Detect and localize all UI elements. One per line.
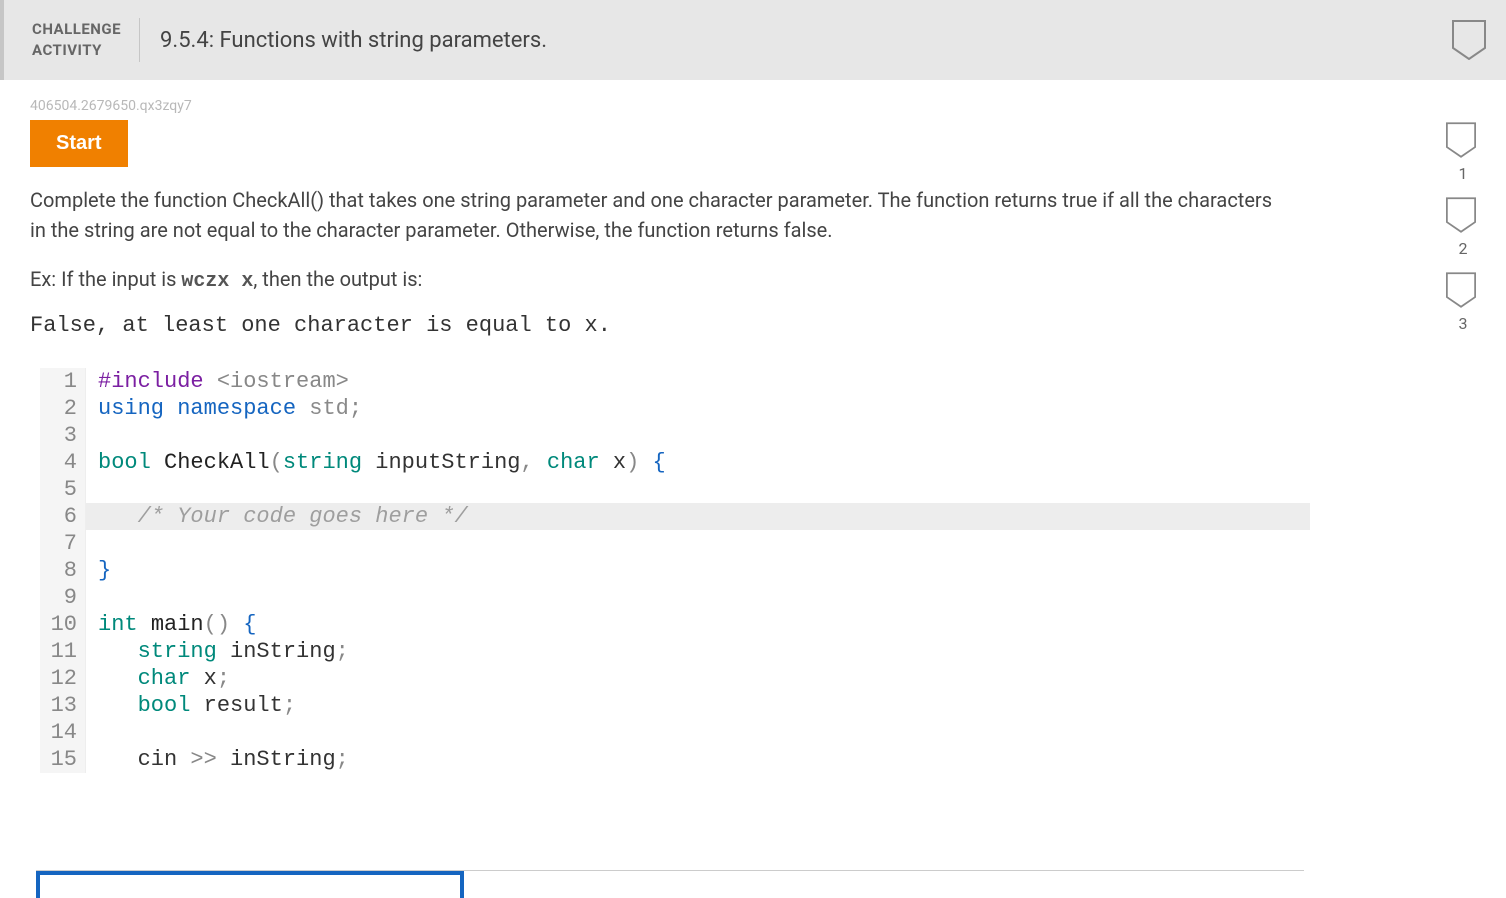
example-suffix: , then the output is: bbox=[253, 267, 422, 291]
code-text[interactable]: bool result; bbox=[86, 692, 1310, 719]
label-line2: ACTIVITY bbox=[32, 40, 121, 61]
code-text[interactable]: char x; bbox=[86, 665, 1310, 692]
activity-description: Complete the function CheckAll() that ta… bbox=[30, 185, 1290, 245]
code-text[interactable] bbox=[86, 719, 1310, 746]
line-number: 9 bbox=[40, 584, 86, 611]
line-number: 1 bbox=[40, 368, 86, 395]
code-text[interactable] bbox=[86, 422, 1310, 449]
step-2[interactable]: 2 bbox=[1446, 197, 1480, 258]
line-number: 2 bbox=[40, 395, 86, 422]
shield-icon bbox=[1446, 122, 1480, 162]
code-line[interactable]: 6 /* Your code goes here */ bbox=[40, 503, 1310, 530]
line-number: 15 bbox=[40, 746, 86, 773]
start-button[interactable]: Start bbox=[30, 120, 128, 167]
step-shields: 1 2 3 bbox=[1446, 122, 1480, 343]
line-number: 14 bbox=[40, 719, 86, 746]
step-1[interactable]: 1 bbox=[1446, 122, 1480, 183]
activity-title: 9.5.4: Functions with string parameters. bbox=[140, 28, 1452, 53]
code-line[interactable]: 1#include <iostream> bbox=[40, 368, 1310, 395]
line-number: 13 bbox=[40, 692, 86, 719]
code-line[interactable]: 10int main() { bbox=[40, 611, 1310, 638]
testcase-tabs bbox=[36, 870, 1304, 898]
label-line1: CHALLENGE bbox=[32, 19, 121, 40]
testcase-tab-2[interactable] bbox=[464, 871, 884, 898]
code-text[interactable]: string inString; bbox=[86, 638, 1310, 665]
line-number: 5 bbox=[40, 476, 86, 503]
line-number: 11 bbox=[40, 638, 86, 665]
testcase-tab-1[interactable] bbox=[36, 871, 464, 898]
code-line[interactable]: 4bool CheckAll(string inputString, char … bbox=[40, 449, 1310, 476]
shield-icon bbox=[1446, 272, 1480, 312]
line-number: 8 bbox=[40, 557, 86, 584]
line-number: 6 bbox=[40, 503, 86, 530]
example-line: Ex: If the input is wczx x, then the out… bbox=[30, 267, 1476, 293]
code-line[interactable]: 3 bbox=[40, 422, 1310, 449]
step-number: 3 bbox=[1459, 314, 1468, 333]
example-output: False, at least one character is equal t… bbox=[30, 313, 1476, 338]
code-line[interactable]: 13 bool result; bbox=[40, 692, 1310, 719]
code-line[interactable]: 14 bbox=[40, 719, 1310, 746]
code-line[interactable]: 5 bbox=[40, 476, 1310, 503]
line-number: 7 bbox=[40, 530, 86, 557]
code-text[interactable]: int main() { bbox=[86, 611, 1310, 638]
code-text[interactable]: #include <iostream> bbox=[86, 368, 1310, 395]
line-number: 10 bbox=[40, 611, 86, 638]
code-line[interactable]: 11 string inString; bbox=[40, 638, 1310, 665]
code-text[interactable]: using namespace std; bbox=[86, 395, 1310, 422]
activity-type-label: CHALLENGE ACTIVITY bbox=[4, 18, 140, 62]
bookmark-icon[interactable] bbox=[1452, 20, 1486, 60]
code-line[interactable]: 7 bbox=[40, 530, 1310, 557]
code-line[interactable]: 9 bbox=[40, 584, 1310, 611]
line-number: 4 bbox=[40, 449, 86, 476]
code-text[interactable] bbox=[86, 530, 1310, 557]
code-text[interactable] bbox=[86, 476, 1310, 503]
example-input: wczx x bbox=[181, 270, 253, 293]
step-number: 1 bbox=[1459, 164, 1468, 183]
code-line[interactable]: 8} bbox=[40, 557, 1310, 584]
code-line[interactable]: 12 char x; bbox=[40, 665, 1310, 692]
question-id: 406504.2679650.qx3zqy7 bbox=[30, 98, 1476, 114]
code-text[interactable]: cin >> inString; bbox=[86, 746, 1310, 773]
line-number: 12 bbox=[40, 665, 86, 692]
code-text[interactable] bbox=[86, 584, 1310, 611]
code-editor[interactable]: 1#include <iostream>2using namespace std… bbox=[40, 368, 1310, 784]
example-prefix: Ex: If the input is bbox=[30, 267, 181, 291]
testcase-tab-3[interactable] bbox=[884, 871, 1304, 898]
code-line[interactable]: 2using namespace std; bbox=[40, 395, 1310, 422]
code-text[interactable]: /* Your code goes here */ bbox=[86, 503, 1310, 530]
code-text[interactable]: bool CheckAll(string inputString, char x… bbox=[86, 449, 1310, 476]
code-text[interactable]: } bbox=[86, 557, 1310, 584]
activity-header: CHALLENGE ACTIVITY 9.5.4: Functions with… bbox=[0, 0, 1506, 80]
code-line[interactable]: 15 cin >> inString; bbox=[40, 746, 1310, 773]
activity-content: 406504.2679650.qx3zqy7 Start Complete th… bbox=[0, 80, 1506, 784]
line-number: 3 bbox=[40, 422, 86, 449]
shield-icon bbox=[1446, 197, 1480, 237]
step-number: 2 bbox=[1459, 239, 1468, 258]
step-3[interactable]: 3 bbox=[1446, 272, 1480, 333]
